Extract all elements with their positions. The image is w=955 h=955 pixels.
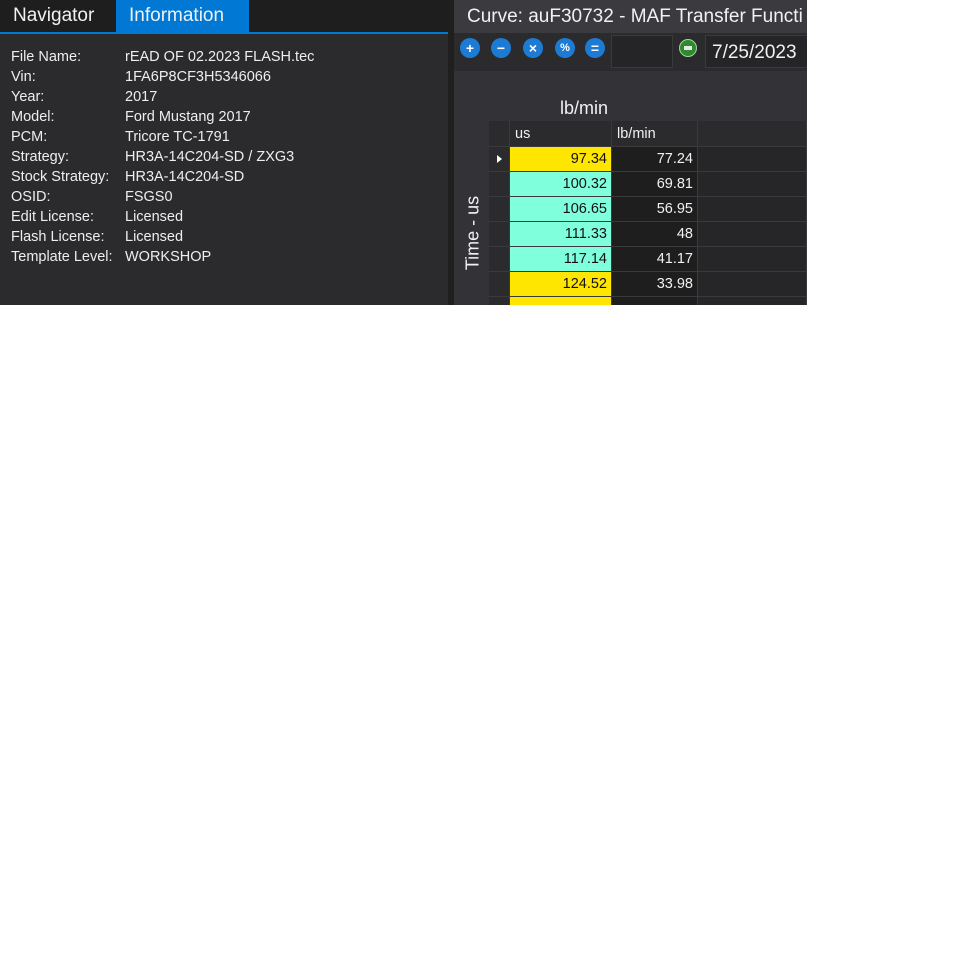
tab-information[interactable]: Information bbox=[116, 0, 249, 32]
info-value: Licensed bbox=[125, 209, 184, 225]
curve-toolbar: + − × % = 7/25/2023 bbox=[454, 33, 807, 71]
info-label: PCM: bbox=[11, 129, 48, 145]
info-label: Year: bbox=[11, 89, 45, 105]
info-value: Ford Mustang 2017 bbox=[125, 109, 251, 125]
y-axis-title: lb/min bbox=[560, 98, 609, 118]
table-row[interactable]: 106.65 56.95 bbox=[489, 197, 807, 222]
cell-filler bbox=[698, 272, 807, 297]
info-label: Strategy: bbox=[11, 149, 70, 165]
info-value: rEAD OF 02.2023 FLASH.tec bbox=[125, 49, 315, 65]
table-row[interactable]: 111.33 48 bbox=[489, 222, 807, 247]
cell-lbmin[interactable]: 69.81 bbox=[612, 172, 698, 197]
info-value: HR3A-14C204-SD bbox=[125, 169, 245, 185]
value-input[interactable] bbox=[611, 35, 673, 68]
cell-filler bbox=[698, 297, 807, 305]
cell-lbmin[interactable]: 77.24 bbox=[612, 147, 698, 172]
row-selector[interactable] bbox=[489, 147, 510, 172]
row-header-corner bbox=[489, 121, 510, 147]
cell-us[interactable]: 97.34 bbox=[510, 147, 612, 172]
info-label: OSID: bbox=[11, 189, 51, 205]
column-header-filler bbox=[698, 121, 807, 147]
row-selector[interactable] bbox=[489, 172, 510, 197]
row-selector[interactable] bbox=[489, 247, 510, 272]
table-row[interactable]: 124.52 33.98 bbox=[489, 272, 807, 297]
cell-lbmin[interactable]: 56.95 bbox=[612, 197, 698, 222]
cell-us[interactable]: 106.65 bbox=[510, 197, 612, 222]
table-header: us lb/min bbox=[489, 121, 807, 147]
cell-lbmin[interactable]: 33.98 bbox=[612, 272, 698, 297]
percent-icon[interactable]: % bbox=[555, 38, 575, 58]
info-label: Flash License: bbox=[11, 229, 105, 245]
row-selector[interactable] bbox=[489, 222, 510, 247]
info-label: Template Level: bbox=[11, 249, 113, 265]
compare-toggle-icon[interactable] bbox=[679, 39, 697, 57]
column-header-lbmin[interactable]: lb/min bbox=[612, 121, 698, 147]
curve-table-area: lb/min Time - us us lb/min 97.34 77.24 100… bbox=[454, 71, 807, 305]
info-label: Model: bbox=[11, 109, 55, 125]
multiply-icon[interactable]: × bbox=[523, 38, 543, 58]
cell-us[interactable]: 124.52 bbox=[510, 272, 612, 297]
info-value: Licensed bbox=[125, 229, 184, 245]
equals-icon[interactable]: = bbox=[585, 38, 605, 58]
cell-filler bbox=[698, 172, 807, 197]
table-row[interactable]: 100.32 69.81 bbox=[489, 172, 807, 197]
row-selector[interactable] bbox=[489, 197, 510, 222]
tab-navigator[interactable]: Navigator bbox=[0, 0, 116, 32]
info-label: Vin: bbox=[11, 69, 36, 85]
curve-panel: Curve: auF30732 - MAF Transfer Functi + … bbox=[454, 0, 807, 305]
cell-lbmin[interactable]: 48 bbox=[612, 222, 698, 247]
info-value: 2017 bbox=[125, 89, 158, 105]
info-value: HR3A-14C204-SD / ZXG3 bbox=[125, 149, 295, 165]
table-row[interactable]: 97.34 77.24 bbox=[489, 147, 807, 172]
cell-us[interactable]: 100.32 bbox=[510, 172, 612, 197]
info-label: Edit License: bbox=[11, 209, 95, 225]
info-value: WORKSHOP bbox=[125, 249, 212, 265]
cell-filler bbox=[698, 247, 807, 272]
table-row[interactable]: 117.14 41.17 bbox=[489, 247, 807, 272]
curve-title: Curve: auF30732 - MAF Transfer Functi bbox=[454, 0, 807, 33]
row-pointer-icon bbox=[497, 155, 502, 163]
info-value: Tricore TC-1791 bbox=[125, 129, 230, 145]
table-row[interactable] bbox=[489, 297, 807, 305]
information-panel: Navigator Information File Name: rEAD OF … bbox=[0, 0, 448, 305]
panel-tabs: Navigator Information bbox=[0, 0, 448, 34]
info-value: 1FA6P8CF3H5346066 bbox=[125, 69, 271, 85]
row-selector[interactable] bbox=[489, 297, 510, 305]
cell-us[interactable]: 117.14 bbox=[510, 247, 612, 272]
info-label: Stock Strategy: bbox=[11, 169, 110, 185]
date-selector[interactable]: 7/25/2023 bbox=[705, 35, 807, 68]
row-selector[interactable] bbox=[489, 272, 510, 297]
cell-filler bbox=[698, 222, 807, 247]
minus-icon[interactable]: − bbox=[491, 38, 511, 58]
cell-lbmin[interactable]: 41.17 bbox=[612, 247, 698, 272]
column-header-us[interactable]: us bbox=[510, 121, 612, 147]
cell-lbmin[interactable] bbox=[612, 297, 698, 305]
plus-icon[interactable]: + bbox=[460, 38, 480, 58]
cell-us[interactable] bbox=[510, 297, 612, 305]
x-axis-title: Time - us bbox=[462, 195, 483, 271]
curve-table: us lb/min 97.34 77.24 100.32 69.81 106.65 56.… bbox=[489, 121, 807, 305]
cell-filler bbox=[698, 197, 807, 222]
info-value: FSGS0 bbox=[125, 189, 173, 205]
cell-filler bbox=[698, 147, 807, 172]
info-label: File Name: bbox=[11, 49, 82, 65]
app-window: Navigator Information File Name: rEAD OF … bbox=[0, 0, 807, 305]
cell-us[interactable]: 111.33 bbox=[510, 222, 612, 247]
